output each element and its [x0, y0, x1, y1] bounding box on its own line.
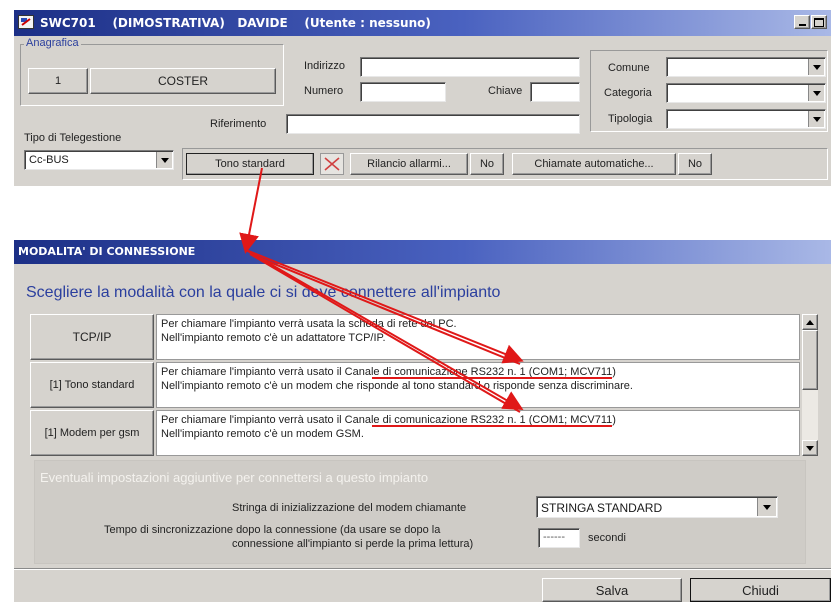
scroll-up-icon — [806, 319, 814, 325]
rilancio-value: No — [470, 153, 504, 175]
code-button[interactable]: 1 — [28, 68, 88, 94]
main-window: SWC701 (DIMOSTRATIVA) DAVIDE (Utente : n… — [14, 10, 831, 186]
chiamate-value: No — [678, 153, 712, 175]
connection-window: MODALITA' DI CONNESSIONE Scegliere la mo… — [14, 240, 831, 602]
chiave-field[interactable] — [530, 82, 580, 102]
tempo-label-line2: connessione all'impianto si perde la pri… — [232, 538, 474, 550]
rilancio-text: Rilancio allarmi... — [367, 158, 451, 170]
scroll-up-button[interactable] — [802, 314, 818, 330]
dropdown-arrow-icon — [156, 152, 172, 168]
tempo-field[interactable]: ------ — [538, 528, 580, 548]
chiamate-text: Chiamate automatiche... — [534, 158, 654, 170]
stringa-dropdown[interactable]: STRINGA STANDARD — [536, 496, 778, 518]
secondi-label: secondi — [588, 532, 626, 544]
chiudi-button[interactable]: Chiudi — [690, 578, 831, 602]
comune-dropdown[interactable] — [666, 57, 826, 77]
connection-title: MODALITA' DI CONNESSIONE — [18, 245, 196, 258]
cross-icon — [324, 157, 340, 171]
rilancio-allarmi-button[interactable]: Rilancio allarmi... — [350, 153, 468, 175]
connection-heading: Scegliere la modalità con la quale ci si… — [26, 284, 501, 301]
tipo-telegestione-label: Tipo di Telegestione — [24, 132, 122, 144]
option-label: [1] Tono standard — [49, 379, 135, 391]
chiudi-text: Chiudi — [742, 582, 779, 598]
chiamate-automatiche-button[interactable]: Chiamate automatiche... — [512, 153, 676, 175]
scroll-down-icon — [806, 445, 814, 451]
comune-label: Comune — [608, 62, 650, 74]
riferimento-label: Riferimento — [210, 118, 267, 130]
extra-settings-title: Eventuali impostazioni aggiuntive per co… — [40, 470, 429, 485]
chiamate-value-text: No — [687, 158, 703, 170]
name-text: COSTER — [157, 74, 208, 88]
footer-separator — [14, 568, 831, 570]
option-label: TCP/IP — [72, 330, 112, 344]
tipologia-label: Tipologia — [608, 113, 653, 125]
numero-field[interactable] — [360, 82, 446, 102]
tempo-value: ------ — [543, 531, 565, 543]
options-scrollbar[interactable] — [802, 314, 818, 456]
tono-standard-button[interactable]: Tono standard — [186, 153, 314, 175]
tono-standard-text: Tono standard — [215, 158, 285, 170]
desc-line2: Nell'impianto remoto c'è un modem che ri… — [161, 380, 633, 392]
option-tono-standard-button[interactable]: [1] Tono standard — [30, 362, 154, 408]
option-modem-gsm-button[interactable]: [1] Modem per gsm — [30, 410, 154, 456]
tipo-telegestione-value: Cc-BUS — [29, 154, 69, 166]
dropdown-arrow-icon — [808, 59, 824, 75]
desc-line1: Per chiamare l'impianto verrà usato il C… — [161, 366, 616, 378]
tempo-label-line1: Tempo di sincronizzazione dopo la connes… — [104, 524, 441, 536]
categoria-label: Categoria — [604, 87, 652, 99]
minimize-icon — [798, 24, 806, 26]
stringa-value: STRINGA STANDARD — [541, 501, 663, 515]
riferimento-field[interactable] — [286, 114, 580, 134]
maximize-icon — [814, 17, 824, 27]
indirizzo-label: Indirizzo — [304, 60, 345, 72]
numero-label: Numero — [304, 85, 344, 97]
chiave-label: Chiave — [488, 85, 523, 97]
window-title: SWC701 (DIMOSTRATIVA) DAVIDE (Utente : n… — [40, 16, 431, 30]
desc-line1: Per chiamare l'impianto verrà usato il C… — [161, 414, 616, 426]
salva-text: Salva — [595, 582, 629, 598]
connection-titlebar: MODALITA' DI CONNESSIONE — [14, 240, 831, 264]
option-gsm-description: Per chiamare l'impianto verrà usato il C… — [156, 410, 800, 456]
salva-button[interactable]: Salva — [542, 578, 682, 602]
rilancio-value-text: No — [479, 158, 495, 170]
scroll-down-button[interactable] — [802, 440, 818, 456]
app-icon — [18, 15, 34, 29]
dropdown-arrow-icon — [808, 85, 824, 101]
desc-line1: Per chiamare l'impianto verrà usata la s… — [161, 318, 457, 330]
desc-line2: Nell'impianto remoto c'è un modem GSM. — [161, 428, 364, 440]
desc-line2: Nell'impianto remoto c'è un adattatore T… — [161, 332, 386, 344]
anagrafica-label: Anagrafica — [24, 37, 81, 49]
disabled-indicator — [320, 153, 344, 175]
indirizzo-field[interactable] — [360, 57, 580, 77]
option-label: [1] Modem per gsm — [44, 427, 140, 439]
option-tcpip-description: Per chiamare l'impianto verrà usata la s… — [156, 314, 800, 360]
name-button[interactable]: COSTER — [90, 68, 276, 94]
code-text: 1 — [54, 75, 62, 87]
minimize-button[interactable] — [794, 15, 810, 29]
stringa-label: Stringa di inizializzazione del modem ch… — [232, 502, 467, 514]
tipologia-dropdown[interactable] — [666, 109, 826, 129]
categoria-dropdown[interactable] — [666, 83, 826, 103]
option-tcpip-button[interactable]: TCP/IP — [30, 314, 154, 360]
option-tono-description: Per chiamare l'impianto verrà usato il C… — [156, 362, 800, 408]
tipo-telegestione-dropdown[interactable]: Cc-BUS — [24, 150, 174, 170]
main-titlebar: SWC701 (DIMOSTRATIVA) DAVIDE (Utente : n… — [14, 10, 831, 36]
maximize-button[interactable] — [811, 15, 827, 29]
dropdown-arrow-icon — [757, 498, 776, 516]
dropdown-arrow-icon — [808, 111, 824, 127]
scroll-thumb[interactable] — [802, 330, 818, 390]
